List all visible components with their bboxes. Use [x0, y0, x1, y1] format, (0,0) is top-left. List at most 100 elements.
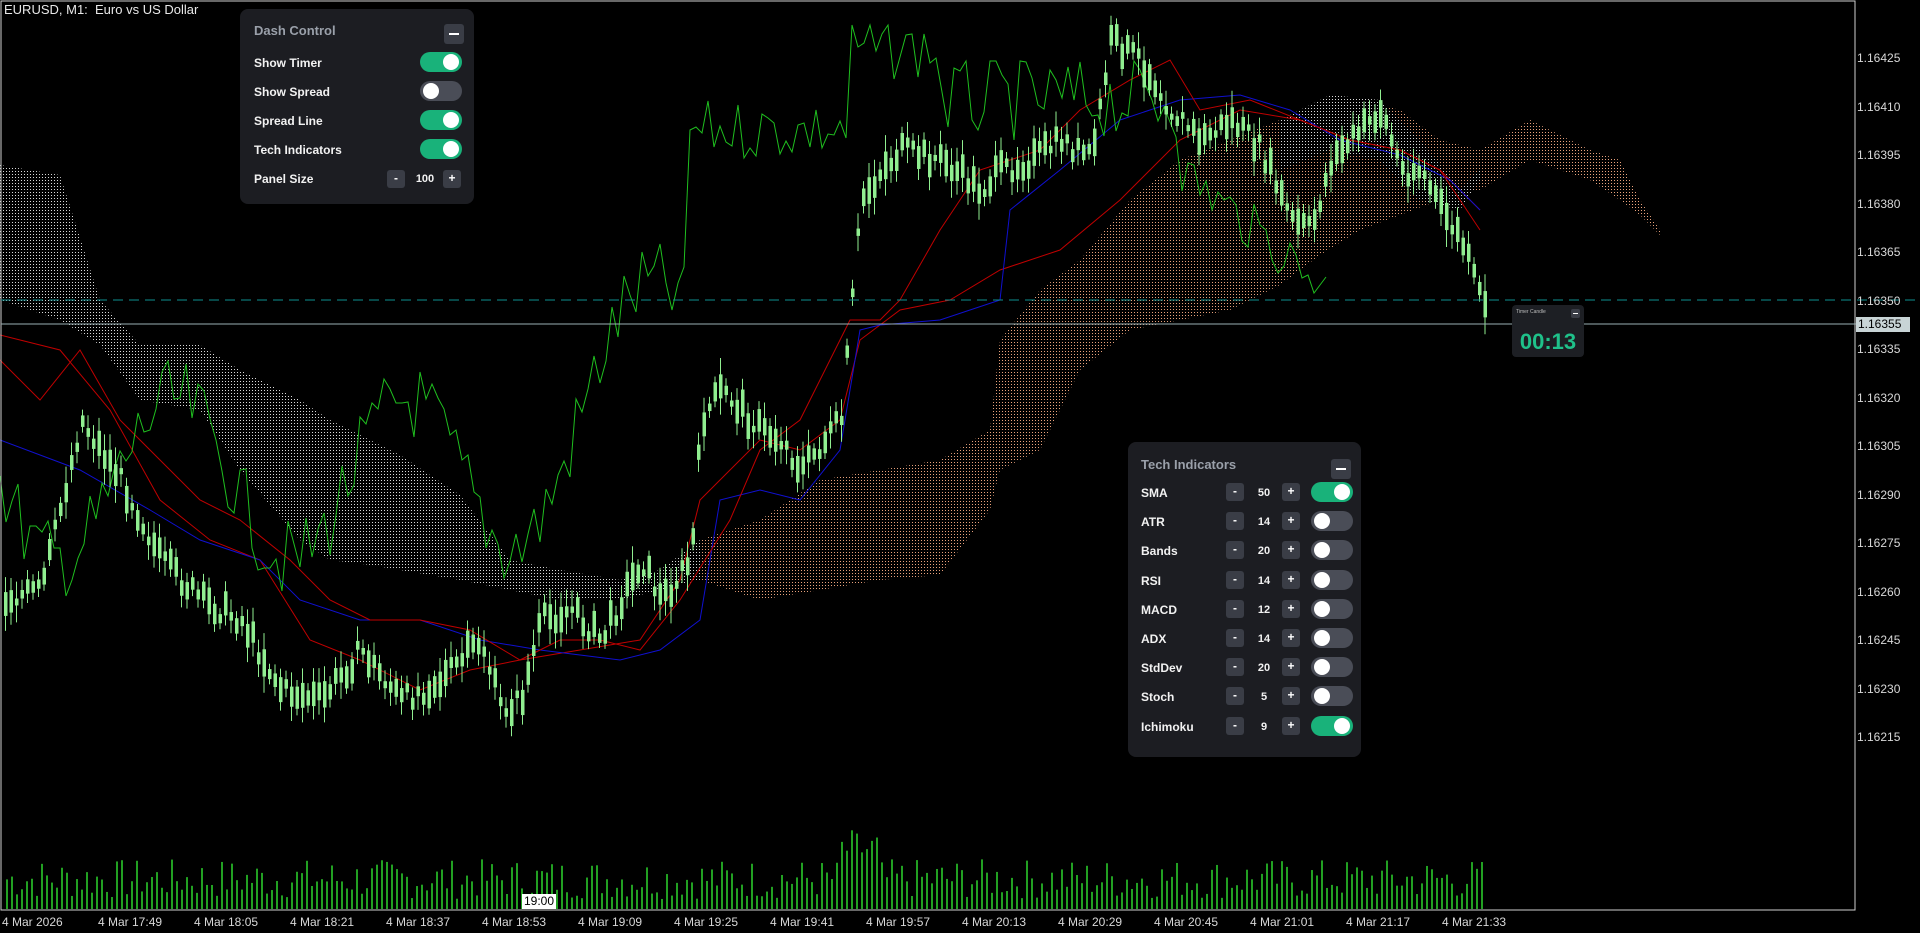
stddev-decrease-button[interactable]: -: [1226, 658, 1244, 677]
adx-toggle[interactable]: [1311, 628, 1353, 648]
stoch-decrease-button[interactable]: -: [1226, 687, 1244, 706]
volume-bar: [796, 877, 798, 909]
candle-body: [224, 591, 228, 616]
panel-size-value: 100: [415, 173, 435, 185]
bands-label: Bands: [1141, 544, 1178, 559]
candle-body: [1434, 185, 1438, 203]
tech-indicators-toggle[interactable]: [420, 139, 462, 159]
volume-bar: [981, 859, 983, 909]
macd-increase-button[interactable]: +: [1282, 599, 1300, 618]
candle-body: [1445, 202, 1449, 231]
rsi-decrease-button[interactable]: -: [1226, 570, 1244, 589]
candle-body: [339, 667, 343, 683]
volume-bar: [186, 877, 188, 909]
candle-body: [1153, 80, 1157, 98]
candle-body: [1164, 106, 1168, 115]
sma-decrease-button[interactable]: -: [1226, 483, 1244, 501]
candle-body: [878, 169, 882, 181]
panel-size-increase-button[interactable]: +: [443, 170, 461, 188]
candle-body: [1428, 180, 1432, 195]
show-spread-toggle[interactable]: [420, 81, 462, 101]
time-tick-label: 4 Mar 19:41: [770, 915, 835, 929]
ichimoku-increase-button[interactable]: +: [1282, 716, 1300, 735]
rsi-toggle[interactable]: [1311, 569, 1353, 590]
adx-period-value: 14: [1257, 633, 1271, 645]
panel-size-label: Panel Size: [254, 172, 314, 186]
candle-body: [911, 140, 915, 150]
macd-toggle[interactable]: [1311, 598, 1353, 619]
ichimoku-toggle[interactable]: [1311, 715, 1353, 736]
minimize-icon[interactable]: [1331, 459, 1351, 479]
candle-body: [295, 686, 299, 709]
candle-body: [867, 177, 871, 204]
volume-bar: [101, 879, 103, 909]
sma-toggle[interactable]: [1311, 482, 1353, 502]
volume-bar: [451, 860, 453, 909]
volume-bar: [926, 872, 928, 909]
volume-bar: [256, 868, 258, 909]
bands-increase-button[interactable]: +: [1282, 541, 1300, 560]
volume-bar: [806, 877, 808, 909]
candle-body: [647, 555, 651, 579]
volume-bar: [336, 880, 338, 909]
volume-bar: [441, 869, 443, 909]
candle-body: [818, 449, 822, 459]
macd-decrease-button[interactable]: -: [1226, 599, 1244, 618]
bands-toggle[interactable]: [1311, 540, 1353, 561]
stddev-toggle[interactable]: [1311, 657, 1353, 678]
volume-bar: [1001, 892, 1003, 909]
stddev-increase-button[interactable]: +: [1282, 658, 1300, 677]
show-timer-toggle[interactable]: [420, 52, 462, 72]
minimize-icon[interactable]: [1571, 309, 1580, 318]
candle-body: [1043, 131, 1047, 156]
volume-bar: [316, 881, 318, 909]
stoch-period-value: 5: [1260, 691, 1268, 704]
candle-body: [1170, 113, 1174, 120]
candle-body: [81, 415, 85, 427]
candle-body: [510, 699, 514, 727]
bands-decrease-button[interactable]: -: [1226, 541, 1244, 560]
ichimoku-decrease-button[interactable]: -: [1226, 716, 1244, 735]
atr-toggle[interactable]: [1311, 511, 1353, 532]
toggle-knob: [1314, 659, 1330, 676]
stoch-toggle[interactable]: [1311, 686, 1353, 707]
volume-bar: [1116, 895, 1118, 909]
candle-body: [895, 149, 899, 171]
volume-bar: [886, 877, 888, 909]
candle-body: [702, 412, 706, 437]
candle-body: [1461, 237, 1465, 256]
adx-decrease-button[interactable]: -: [1226, 629, 1244, 647]
candle-body: [917, 146, 921, 169]
candle-body: [1032, 138, 1036, 166]
minimize-icon[interactable]: [444, 24, 464, 44]
candle-body: [1005, 158, 1009, 168]
candle-body: [356, 640, 360, 650]
volume-bar: [181, 889, 183, 909]
volume-bar: [41, 863, 43, 909]
atr-increase-button[interactable]: +: [1282, 512, 1300, 531]
candle-body: [1236, 122, 1240, 138]
candle-body: [955, 161, 959, 182]
candle-body: [1285, 203, 1289, 211]
panel-size-decrease-button[interactable]: -: [387, 170, 405, 188]
volume-bar: [836, 862, 838, 909]
stoch-increase-button[interactable]: +: [1282, 687, 1300, 706]
candle-body: [631, 562, 635, 591]
volume-bar: [361, 893, 363, 909]
volume-bar: [1186, 882, 1188, 909]
atr-decrease-button[interactable]: -: [1226, 512, 1244, 531]
candle-body: [658, 583, 662, 605]
volume-bar: [696, 898, 698, 909]
volume-bar: [1371, 875, 1373, 909]
volume-bar: [1231, 887, 1233, 909]
toggle-knob: [1314, 513, 1330, 530]
candle-body: [983, 189, 987, 197]
sma-increase-button[interactable]: +: [1282, 483, 1300, 501]
volume-bar: [36, 895, 38, 909]
adx-increase-button[interactable]: +: [1282, 629, 1300, 647]
volume-bar: [896, 873, 898, 909]
rsi-increase-button[interactable]: +: [1282, 570, 1300, 589]
volume-bar: [761, 896, 763, 909]
candle-body: [1247, 124, 1251, 131]
spread-line-toggle[interactable]: [420, 110, 462, 130]
